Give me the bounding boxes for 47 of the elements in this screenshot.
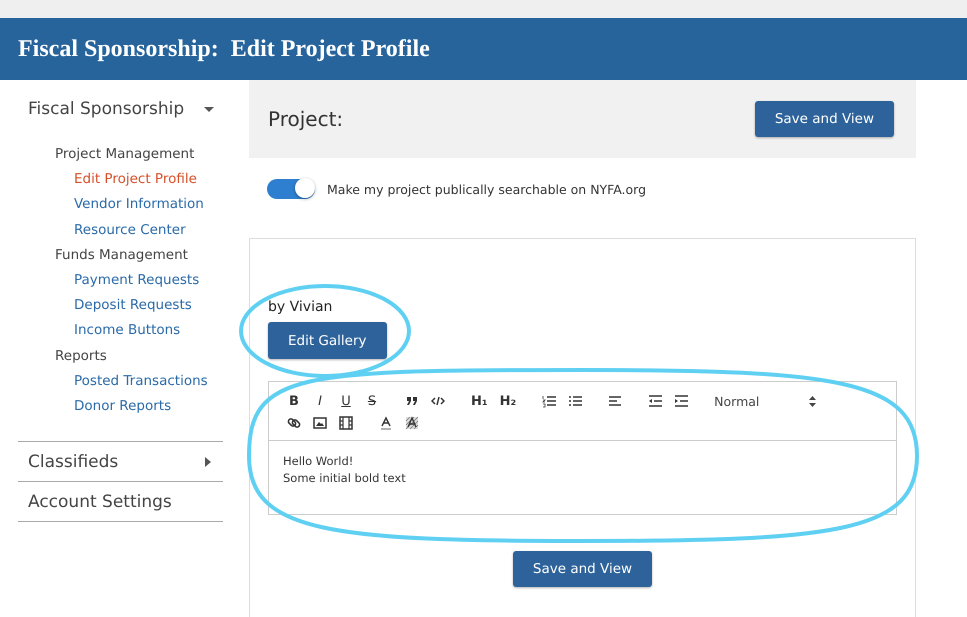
toggle-switch[interactable] [267, 179, 315, 199]
numbered-list-icon[interactable] [542, 394, 556, 408]
sidebar-link[interactable]: Income Buttons [55, 318, 223, 344]
sidebar-group-label: Funds Management [55, 246, 189, 265]
save-and-view-button[interactable]: Save and View [512, 551, 652, 587]
caret-icon [204, 104, 214, 114]
film-icon[interactable] [339, 416, 353, 430]
sidebar-link[interactable]: Deposit Requests [55, 293, 223, 318]
underline-button[interactable]: U [339, 394, 353, 408]
strikethrough-button[interactable]: S [365, 394, 379, 408]
editor-text-area[interactable]: Hello World! Some initial bold text [269, 441, 896, 514]
sidebar-menu-item[interactable]: Account Settings [18, 481, 223, 522]
text-color-icon[interactable] [379, 416, 393, 430]
up-down-arrow-icon [809, 396, 816, 406]
sidebar-group-label: Project Management [55, 145, 196, 164]
save-and-view-button[interactable]: Save and View [754, 101, 894, 137]
format-dropdown[interactable]: Normal [714, 394, 816, 408]
sidebar-link[interactable]: Resource Center [55, 218, 223, 243]
bold-button[interactable]: B [287, 394, 301, 408]
sidebar-group-label: Reports [55, 346, 108, 366]
toggle-label: Make my project publically searchable on NYFA.org [327, 182, 646, 196]
byline: by Vivian [268, 299, 334, 317]
bullet-list-icon[interactable] [568, 394, 582, 408]
outdent-icon[interactable] [648, 394, 662, 408]
editor-text-line: Some initial bold text [283, 470, 407, 487]
code-icon[interactable] [431, 394, 445, 408]
indent-icon[interactable] [674, 394, 688, 408]
sidebar-section-header[interactable]: Fiscal Sponsorship [18, 96, 223, 122]
sidebar-link[interactable]: Edit Project Profile [55, 167, 223, 192]
link-icon[interactable] [287, 416, 301, 430]
align-left-icon[interactable] [608, 394, 622, 408]
project-title: Project: [268, 107, 344, 131]
heading-button[interactable]: H₁ [471, 394, 488, 408]
sidebar-link[interactable]: Payment Requests [55, 268, 223, 294]
image-icon[interactable] [313, 416, 327, 430]
quote-icon[interactable] [405, 394, 419, 408]
edit-gallery-button[interactable]: Edit Gallery [268, 322, 387, 359]
sidebar-menu-item[interactable]: Classifieds [18, 441, 223, 482]
caret-icon [203, 456, 213, 468]
page-title: Fiscal Sponsorship: Edit Project Profile [18, 36, 430, 62]
editor-text-line: Hello World! [283, 453, 354, 470]
sidebar-link[interactable]: Vendor Information [55, 192, 223, 218]
italic-button[interactable]: I [313, 394, 327, 408]
sidebar-link[interactable]: Donor Reports [55, 394, 223, 420]
heading-button[interactable]: H₂ [500, 394, 516, 408]
sidebar-link[interactable]: Posted Transactions [55, 368, 223, 394]
highlight-color-icon[interactable] [405, 416, 419, 430]
